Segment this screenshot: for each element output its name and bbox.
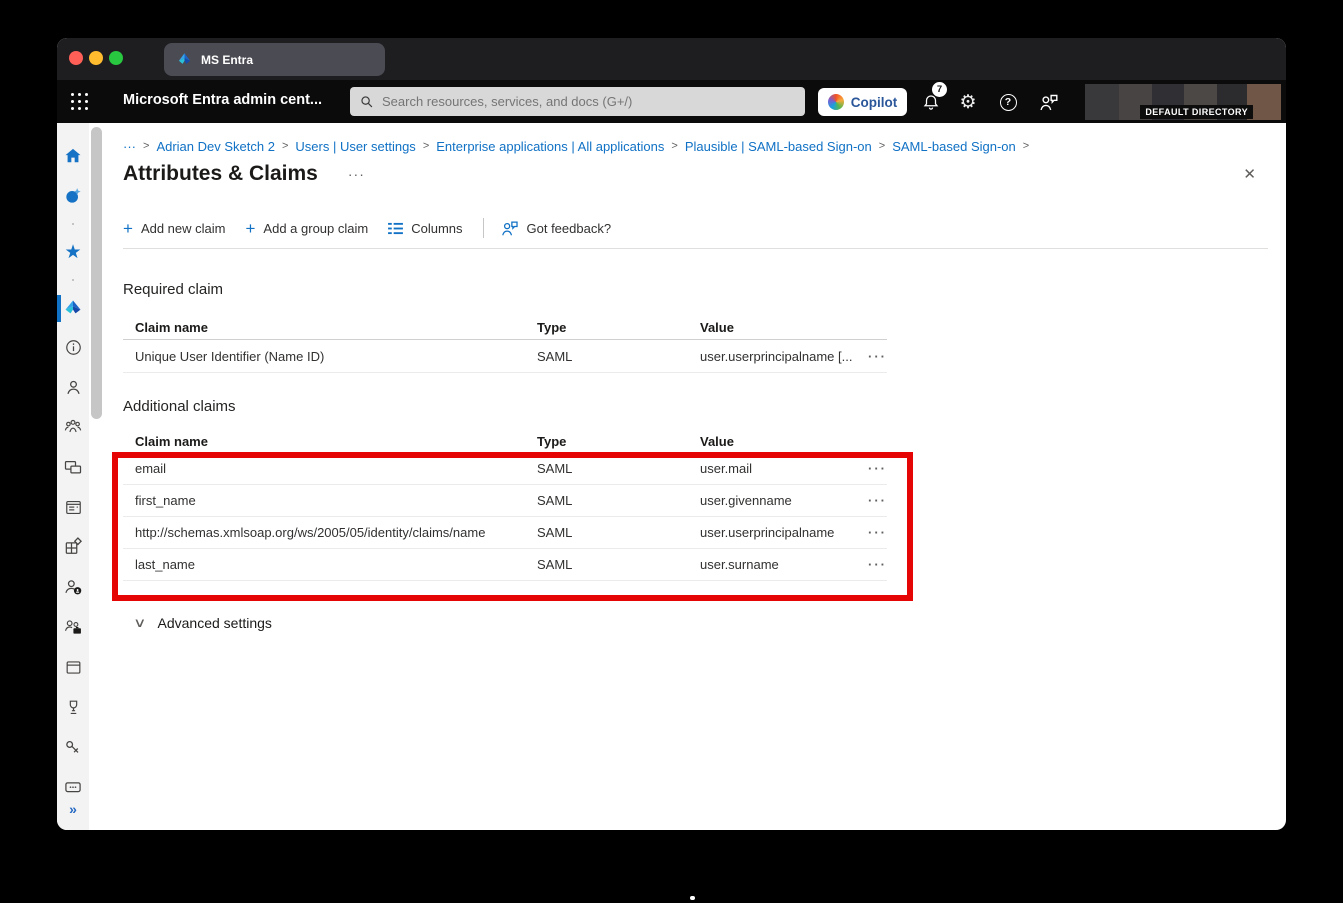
add-group-claim-button[interactable]: + Add a group claim [245,220,378,237]
browser-window: MS Entra Microsoft Entra admin cent... C… [57,38,1286,830]
home-icon[interactable] [63,146,83,166]
close-window-button[interactable] [69,51,83,65]
table-row[interactable]: last_name SAML user.surname ··· [123,549,887,581]
row-more-menu[interactable]: ··· [857,525,887,540]
close-icon[interactable]: ✕ [1243,165,1256,183]
waffle-menu-icon[interactable] [71,93,89,111]
expand-sidebar-icon[interactable]: » [63,799,83,819]
billing-icon[interactable] [63,657,83,677]
groups-icon[interactable] [63,417,83,437]
row-more-menu[interactable]: ··· [857,493,887,508]
breadcrumb: ··· > Adrian Dev Sketch 2 > Users | User… [123,123,1268,156]
applications-icon[interactable] [63,497,83,517]
columns-button[interactable]: Columns [388,221,472,236]
settings-gear-icon[interactable]: ⚙ [957,91,979,113]
entra-topbar: Microsoft Entra admin cent... Copilot 7 … [57,80,1286,123]
search-input[interactable] [382,94,782,109]
plus-icon: + [245,220,255,237]
feedback-icon[interactable] [1037,91,1059,113]
additional-claims-table: Claim name Type Value email SAML user.ma… [123,431,887,581]
search-icon [360,95,374,109]
keys-icon[interactable] [63,737,83,757]
minimize-window-button[interactable] [89,51,103,65]
breadcrumb-item[interactable]: Users | User settings [295,139,415,154]
required-claim-heading: Required claim [123,281,1268,302]
app-title: Microsoft Entra admin cent... [123,92,322,108]
breadcrumb-item[interactable]: Plausible | SAML-based Sign-on [685,139,872,154]
additional-claims-heading: Additional claims [123,398,1268,419]
plus-icon: + [123,220,133,237]
help-icon[interactable]: ? [997,91,1019,113]
whats-new-icon[interactable] [63,186,83,206]
users-icon[interactable] [63,377,83,397]
table-row[interactable]: email SAML user.mail ··· [123,453,887,485]
advanced-settings-toggle[interactable]: ∨ Advanced settings [123,612,1268,634]
table-header-row: Claim name Type Value [123,315,887,340]
sidebar-scrollbar[interactable] [91,127,102,419]
breadcrumb-item[interactable]: Adrian Dev Sketch 2 [156,139,275,154]
breadcrumb-overflow[interactable]: ··· [123,139,136,154]
title-more-menu[interactable]: ··· [348,166,365,182]
breadcrumb-item[interactable]: Enterprise applications | All applicatio… [436,139,664,154]
table-row[interactable]: http://schemas.xmlsoap.org/ws/2005/05/id… [123,517,887,549]
roles-admins-icon[interactable] [63,577,83,597]
global-search[interactable] [350,87,805,116]
entra-tab-icon [177,52,192,67]
maximize-window-button[interactable] [109,51,123,65]
row-more-menu[interactable]: ··· [857,557,887,572]
chevron-down-icon: ∨ [133,615,146,631]
toolbar-divider-line [123,248,1268,249]
nav-separator [72,223,74,225]
left-nav-sidebar: ★ [57,123,105,830]
info-icon[interactable] [63,337,83,357]
toolbar-divider [483,218,484,238]
selected-nav-indicator [57,295,61,322]
copilot-logo-icon [828,94,844,110]
notification-count-badge: 7 [932,82,947,97]
directory-label: DEFAULT DIRECTORY [1140,105,1253,119]
entra-id-icon[interactable] [63,298,83,318]
add-new-claim-button[interactable]: + Add new claim [123,220,235,237]
copilot-button[interactable]: Copilot [818,88,907,116]
required-claim-table: Claim name Type Value Unique User Identi… [123,315,887,373]
table-row[interactable]: Unique User Identifier (Name ID) SAML us… [123,340,887,373]
favorites-star-icon[interactable]: ★ [63,242,83,262]
feedback-person-icon [500,220,519,237]
main-panel: ··· > Adrian Dev Sketch 2 > Users | User… [105,123,1286,830]
tab-strip: MS Entra [57,38,1286,80]
table-header-row: Claim name Type Value [123,431,887,453]
row-more-menu[interactable]: ··· [857,461,887,476]
app-registrations-icon[interactable] [63,537,83,557]
page-title: Attributes & Claims [123,162,318,186]
got-feedback-button[interactable]: Got feedback? [500,220,622,237]
row-more-menu[interactable]: ··· [857,349,887,364]
table-row[interactable]: first_name SAML user.givenname ··· [123,485,887,517]
browser-tab[interactable]: MS Entra [164,43,385,76]
columns-icon [388,222,403,235]
nav-separator [72,279,74,281]
external-identities-icon[interactable] [63,617,83,637]
command-bar: + Add new claim + Add a group claim [123,217,1268,239]
breadcrumb-item[interactable]: SAML-based Sign-on [892,139,1016,154]
licenses-icon[interactable] [63,777,83,797]
cursor-dot [690,896,695,900]
tab-title: MS Entra [201,53,253,67]
devices-icon[interactable] [63,457,83,477]
achievements-icon[interactable] [63,697,83,717]
